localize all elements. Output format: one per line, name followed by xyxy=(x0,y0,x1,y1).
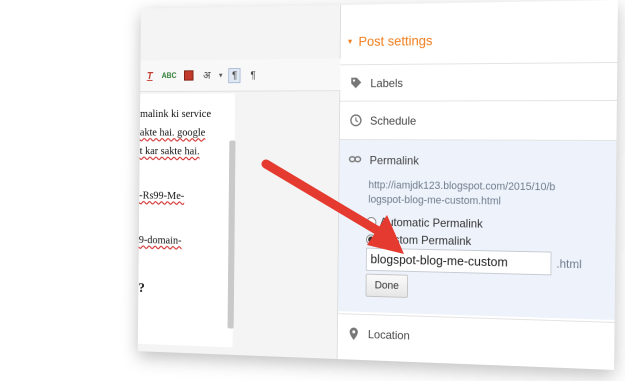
schedule-label: Schedule xyxy=(369,113,417,128)
custom-permalink-input[interactable]: blogspot-blog-me-custom xyxy=(365,247,552,276)
screenshot-stage: T ABC अ ▾ ¶ ¶ malink ki service akte hai… xyxy=(0,0,625,381)
transliterate-dropdown-icon[interactable]: ▾ xyxy=(219,71,223,79)
post-settings-panel: ▾ Post settings Labels Schedule Permalin… xyxy=(337,0,618,370)
labels-section[interactable]: Labels xyxy=(340,61,618,101)
automatic-permalink-radio[interactable] xyxy=(366,216,377,228)
done-button[interactable]: Done xyxy=(365,273,409,298)
permalink-label: Permalink xyxy=(369,153,419,168)
location-label: Location xyxy=(367,327,410,343)
doc-line: -Rs99-Me- xyxy=(139,188,185,202)
doc-line: ? xyxy=(138,280,145,296)
doc-line: t kar sakte hai. xyxy=(139,143,200,158)
doc-line: akte hai. google xyxy=(139,125,206,139)
doc-line: 9-domain- xyxy=(138,232,182,247)
doc-line: malink ki service xyxy=(139,106,212,120)
link-icon xyxy=(349,153,362,167)
spellcheck-icon[interactable]: ABC xyxy=(162,68,177,83)
image-icon[interactable] xyxy=(183,68,195,83)
permalink-url-line: logspot-blog-me-custom.html xyxy=(368,193,501,208)
editor-scrollbar[interactable] xyxy=(227,140,236,329)
editor-body[interactable]: malink ki service akte hai. google t kar… xyxy=(137,93,236,348)
permalink-section: Permalink http://iamjdk123.blogspot.com/… xyxy=(338,139,617,320)
custom-permalink-option[interactable]: Custom Permalink xyxy=(366,232,471,248)
labels-label: Labels xyxy=(370,75,404,90)
clock-icon xyxy=(349,114,362,127)
collapse-caret-icon: ▾ xyxy=(347,35,353,46)
ltr-icon[interactable]: ¶ xyxy=(228,67,241,83)
post-settings-title: Post settings xyxy=(358,32,433,49)
automatic-permalink-label: Automatic Permalink xyxy=(379,215,483,231)
rtl-icon[interactable]: ¶ xyxy=(247,67,259,82)
schedule-section[interactable]: Schedule xyxy=(339,99,617,140)
blogger-editor-window: T ABC अ ▾ ¶ ¶ malink ki service akte hai… xyxy=(137,0,618,370)
clear-formatting-icon[interactable]: T xyxy=(144,68,156,83)
permalink-title[interactable]: Permalink xyxy=(349,153,419,167)
formatting-toolbar: T ABC अ ▾ ¶ ¶ xyxy=(140,58,341,93)
automatic-permalink-option[interactable]: Automatic Permalink xyxy=(366,215,483,231)
map-pin-icon xyxy=(347,326,360,340)
custom-permalink-label: Custom Permalink xyxy=(379,232,472,248)
post-editor: T ABC अ ▾ ¶ ¶ malink ki service akte hai… xyxy=(137,5,342,360)
location-section[interactable]: Location xyxy=(337,313,615,362)
label-tag-icon xyxy=(349,76,362,90)
post-settings-header[interactable]: ▾ Post settings xyxy=(341,18,618,61)
permalink-url: http://iamjdk123.blogspot.com/2015/10/b … xyxy=(368,179,611,211)
custom-permalink-radio[interactable] xyxy=(366,233,377,245)
transliterate-icon[interactable]: अ xyxy=(201,68,213,83)
html-suffix: .html xyxy=(556,256,582,272)
